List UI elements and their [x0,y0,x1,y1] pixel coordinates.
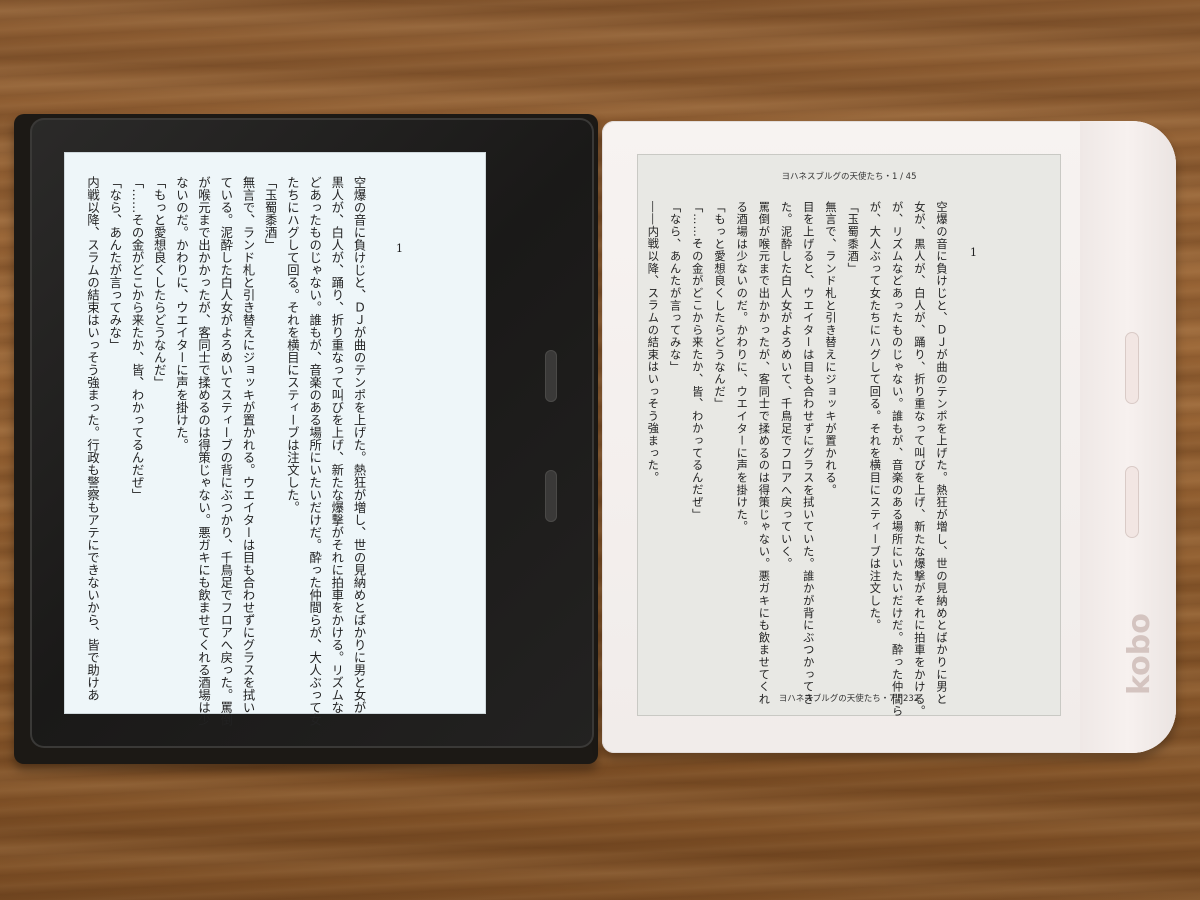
kindle-page-forward-button[interactable] [545,350,557,402]
kindle-page-back-button[interactable] [545,470,557,522]
kobo-page-forward-button[interactable] [1125,332,1139,404]
kindle-chapter-number: 1 [396,242,403,255]
kobo-chapter-number: 1 [970,246,977,259]
kobo-logo: kobo [1122,613,1157,695]
kobo-book-progress-header: ヨハネスブルグの天使たち・1 / 45 [781,172,917,182]
kobo-page-back-button[interactable] [1125,466,1139,538]
kobo-book-progress-footer: ヨハネスブルグの天使たち・7 / 232 [778,694,920,704]
kindle-page-text: 空爆の音に負けじと、ＤＪが曲のテンポを上げた。熱狂が増し、世の見納めとばかりに男… [85,176,366,726]
kobo-page-text: 空爆の音に負けじと、ＤＪが曲のテンポを上げた。熱狂が増し、世の見納めとばかりに男… [646,201,948,718]
